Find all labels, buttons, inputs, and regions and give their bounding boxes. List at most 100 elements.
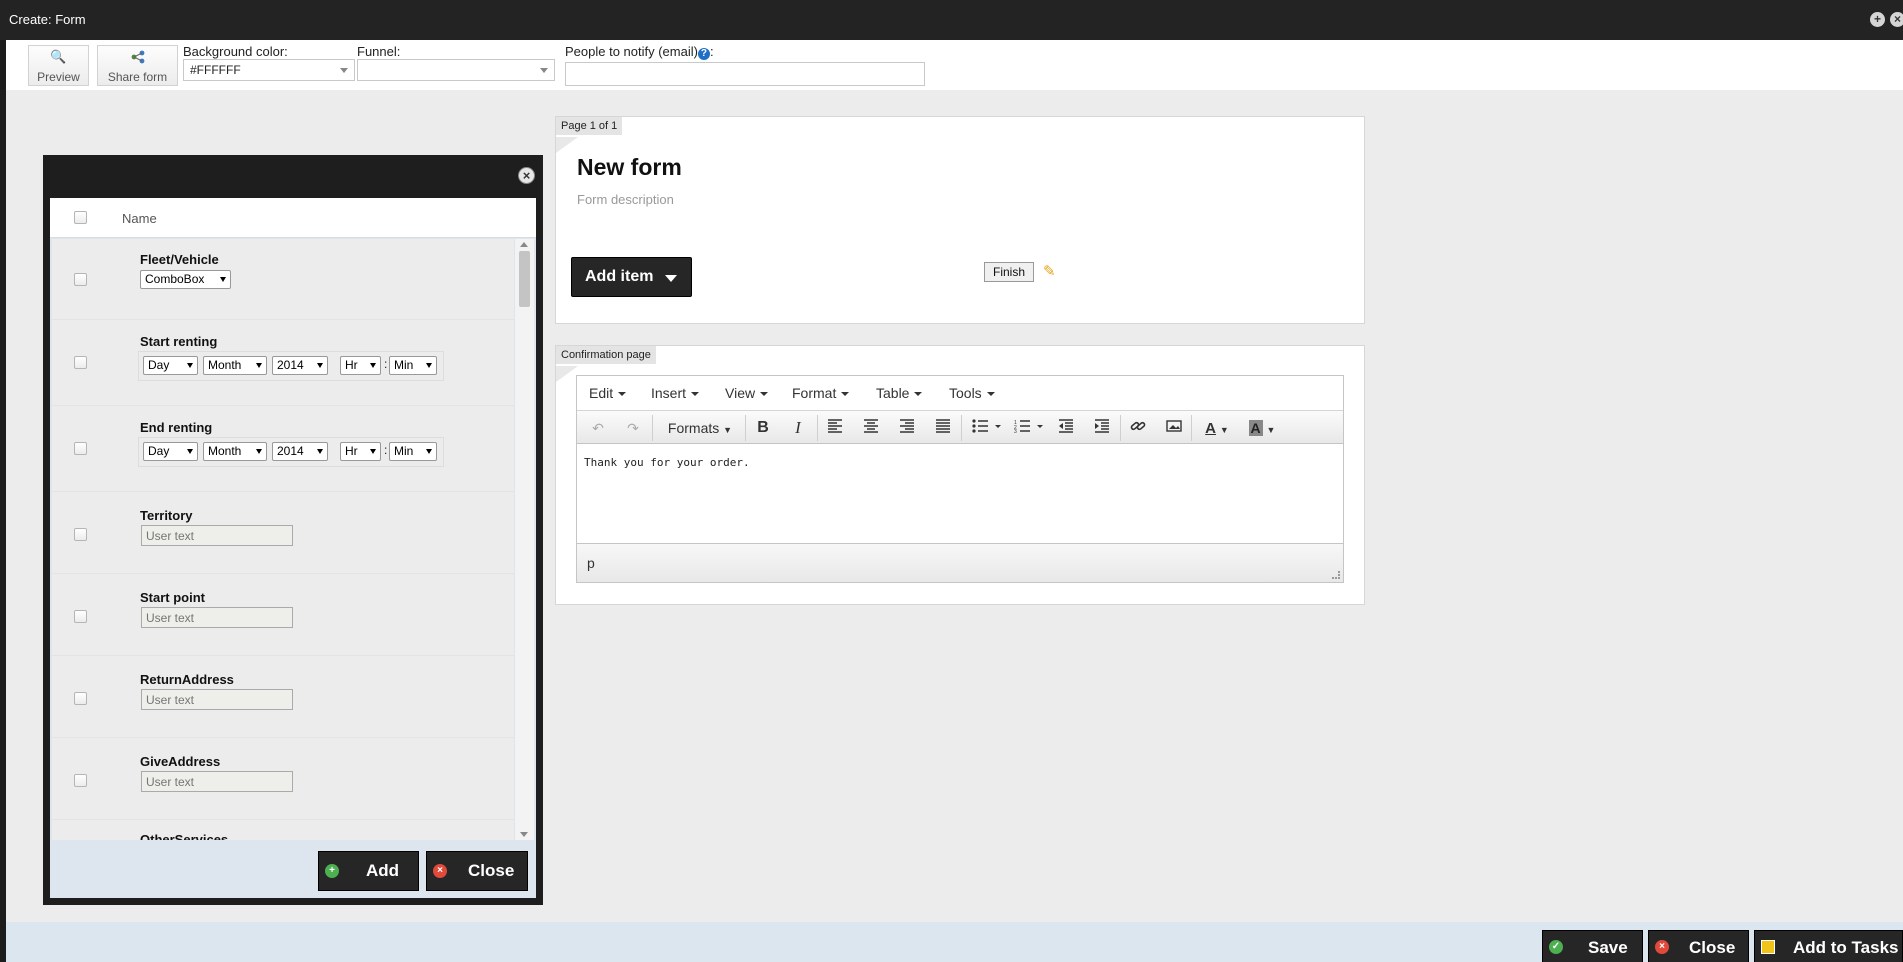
year-select[interactable]: 2014: [272, 356, 328, 375]
year-select[interactable]: 2014: [272, 442, 328, 461]
align-right-icon[interactable]: [896, 417, 918, 439]
footer-close-button[interactable]: × Close: [1648, 930, 1749, 962]
day-select[interactable]: Day: [143, 442, 198, 461]
hour-value: Hr: [345, 444, 358, 458]
row-checkbox[interactable]: [74, 356, 87, 369]
italic-icon[interactable]: I: [787, 417, 809, 439]
select-all-checkbox[interactable]: [74, 211, 87, 224]
text-color-glyph: A: [1205, 420, 1217, 437]
funnel-label: Funnel:: [357, 44, 401, 59]
outdent-icon[interactable]: [1055, 417, 1077, 439]
add-label: Add: [366, 861, 400, 880]
field-name: OtherServices: [140, 832, 229, 840]
notify-label-text: People to notify (email): [565, 44, 698, 59]
menu-format[interactable]: Format: [792, 385, 850, 401]
indent-icon[interactable]: [1091, 417, 1113, 439]
bullet-list-icon[interactable]: [968, 417, 1006, 439]
toolbar-separator: [1120, 415, 1121, 441]
caret-down-icon: [986, 392, 995, 397]
chevron-down-icon: [317, 363, 323, 368]
hour-select[interactable]: Hr: [340, 356, 381, 375]
dialog-close-button[interactable]: × Close: [426, 851, 528, 891]
form-title[interactable]: New form: [577, 154, 682, 181]
funnel-select[interactable]: [357, 59, 555, 81]
combobox-select[interactable]: ComboBox: [140, 270, 231, 289]
add-item-label: Add item: [585, 268, 654, 285]
close-window-icon[interactable]: ×: [1890, 12, 1903, 27]
pencil-icon[interactable]: ✎: [1043, 262, 1056, 280]
user-text-input[interactable]: [141, 525, 293, 546]
align-center-icon[interactable]: [860, 417, 882, 439]
background-color-icon[interactable]: A ▼: [1242, 417, 1282, 439]
menu-table[interactable]: Table: [876, 385, 923, 401]
month-value: Month: [208, 444, 242, 458]
minute-select[interactable]: Min: [389, 442, 437, 461]
align-justify-icon[interactable]: [932, 417, 954, 439]
row-checkbox[interactable]: [74, 273, 87, 286]
bold-icon[interactable]: B: [752, 417, 774, 439]
field-name: Start point: [140, 590, 205, 605]
undo-icon[interactable]: ↶: [587, 417, 609, 439]
share-icon: [98, 50, 177, 64]
menu-tools[interactable]: Tools: [949, 385, 995, 401]
help-icon[interactable]: ?: [697, 48, 710, 60]
row-checkbox[interactable]: [74, 528, 87, 541]
row-checkbox[interactable]: [74, 442, 87, 455]
month-select[interactable]: Month: [203, 442, 267, 461]
formats-label: Formats: [667, 420, 720, 436]
scroll-down-icon[interactable]: [520, 832, 528, 837]
dialog-body: Name Fleet/Vehicle ComboBox Start rentin…: [50, 198, 536, 898]
maximize-icon[interactable]: +: [1870, 12, 1885, 27]
text-color-icon[interactable]: A ▼: [1197, 417, 1237, 439]
row-checkbox[interactable]: [74, 692, 87, 705]
link-icon[interactable]: [1127, 417, 1149, 439]
add-to-tasks-button[interactable]: Add to Tasks: [1754, 930, 1903, 962]
month-select[interactable]: Month: [203, 356, 267, 375]
redo-icon[interactable]: ↷: [622, 417, 644, 439]
caret-down-icon: [760, 392, 769, 397]
close-label: Close: [468, 861, 515, 880]
form-description[interactable]: Form description: [577, 192, 674, 207]
add-item-button[interactable]: Add item: [571, 257, 692, 297]
day-value: Day: [148, 358, 170, 372]
editor-content[interactable]: Thank you for your order.: [577, 444, 1343, 543]
row-checkbox[interactable]: [74, 774, 87, 787]
minute-select[interactable]: Min: [389, 356, 437, 375]
user-text-input[interactable]: [141, 689, 293, 710]
caret-down-icon: ▼: [1219, 425, 1229, 435]
toolbar-separator: [817, 415, 818, 441]
add-fields-dialog: × Name Fleet/Vehicle ComboBox Start rent…: [43, 155, 543, 905]
notify-email-input[interactable]: [565, 62, 925, 86]
scroll-up-icon[interactable]: [520, 242, 528, 247]
hour-select[interactable]: Hr: [340, 442, 381, 461]
user-text-input[interactable]: [141, 771, 293, 792]
list-scrollbar[interactable]: [515, 239, 534, 840]
add-button[interactable]: + Add: [318, 851, 419, 891]
time-separator: :: [384, 357, 388, 371]
save-button[interactable]: ✓ Save: [1542, 930, 1643, 962]
dialog-close-icon[interactable]: ×: [518, 167, 535, 184]
formats-dropdown[interactable]: Formats ▼: [659, 417, 741, 439]
scrollbar-thumb[interactable]: [519, 251, 530, 307]
menu-edit[interactable]: Edit: [589, 385, 627, 401]
hour-value: Hr: [345, 358, 358, 372]
user-text-input[interactable]: [141, 607, 293, 628]
share-form-button[interactable]: Share form: [97, 45, 178, 86]
image-icon[interactable]: [1163, 417, 1185, 439]
row-checkbox[interactable]: [74, 610, 87, 623]
preview-button[interactable]: 🔍 Preview: [28, 45, 89, 86]
menu-insert[interactable]: Insert: [651, 385, 700, 401]
column-header-name: Name: [122, 211, 157, 226]
menu-tools-label: Tools: [949, 385, 982, 401]
combobox-value: ComboBox: [145, 272, 205, 286]
menu-view[interactable]: View: [725, 385, 769, 401]
numbered-list-icon[interactable]: 123: [1010, 417, 1048, 439]
finish-button[interactable]: Finish: [984, 262, 1035, 282]
menu-view-label: View: [725, 385, 756, 401]
resize-handle-icon[interactable]: [1332, 571, 1340, 579]
day-select[interactable]: Day: [143, 356, 198, 375]
align-left-icon[interactable]: [824, 417, 846, 439]
field-name: Fleet/Vehicle: [140, 252, 219, 267]
background-color-select[interactable]: #FFFFFF: [183, 59, 355, 81]
element-path[interactable]: p: [587, 555, 595, 571]
